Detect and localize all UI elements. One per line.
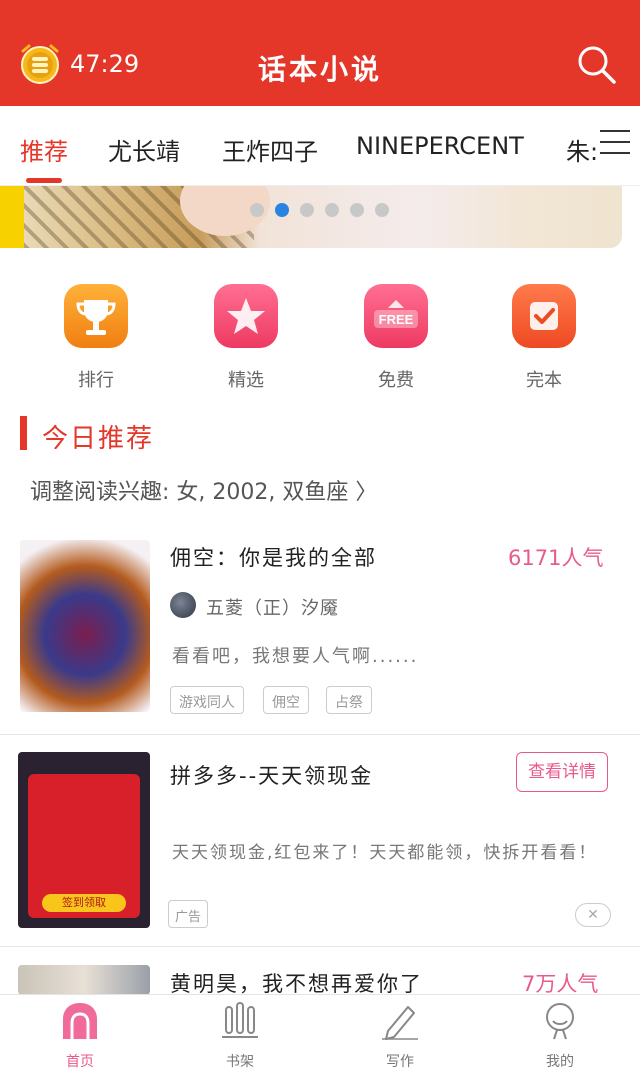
tab-menu-icon[interactable] xyxy=(600,130,632,158)
author-name[interactable]: 五菱（正）汐魇 xyxy=(206,594,339,620)
view-details-button[interactable]: 查看详情 xyxy=(516,752,608,792)
app-title: 话本小说 xyxy=(257,53,382,86)
carousel-dot[interactable] xyxy=(325,203,339,217)
category-tabs: 推荐 尤长靖 王炸四子 NINEPERCENT 朱: xyxy=(0,106,640,186)
adjust-interest-link[interactable]: 调整阅读兴趣: 女, 2002, 双鱼座 〉 xyxy=(30,474,377,506)
nav-label: 首页 xyxy=(66,1054,94,1070)
pen-icon xyxy=(382,1006,418,1040)
entry-free[interactable]: FREE 免费 xyxy=(336,284,456,392)
tab-zhu[interactable]: 朱: xyxy=(566,132,598,167)
carousel-dot[interactable] xyxy=(250,203,264,217)
book-description: 看看吧，我想要人气啊...... xyxy=(172,646,419,667)
entry-label: 精选 xyxy=(228,370,264,391)
book-tag[interactable]: 占祭 xyxy=(326,686,372,714)
book-cover[interactable] xyxy=(20,540,150,712)
nav-home[interactable]: 首页 xyxy=(20,1001,140,1071)
svg-text:FREE: FREE xyxy=(379,312,414,327)
bottom-navigation: 首页 书架 写作 我的 xyxy=(0,994,640,1072)
entry-ranking[interactable]: 排行 xyxy=(36,284,156,392)
section-marker xyxy=(20,416,27,450)
ad-cover[interactable]: 签到领取 xyxy=(18,752,150,928)
entry-featured[interactable]: 精选 xyxy=(186,284,306,392)
entry-label: 排行 xyxy=(78,370,114,391)
bookshelf-icon xyxy=(222,1002,258,1038)
tab-you-zhangjing[interactable]: 尤长靖 xyxy=(108,132,180,167)
carousel-dot[interactable] xyxy=(350,203,364,217)
nav-label: 写作 xyxy=(386,1054,414,1070)
entry-label: 完本 xyxy=(526,370,562,391)
entry-label: 免费 xyxy=(378,370,414,391)
ad-description: 天天领现金,红包来了！天天都能领，快拆开看看！ xyxy=(172,843,598,863)
book-tag[interactable]: 游戏同人 xyxy=(170,686,244,714)
nav-profile[interactable]: 我的 xyxy=(500,1001,620,1071)
ad-badge: 广告 xyxy=(168,900,209,928)
search-icon[interactable] xyxy=(574,42,618,86)
home-icon xyxy=(63,1003,97,1039)
trophy-icon xyxy=(64,284,128,348)
book-tag[interactable]: 佣空 xyxy=(263,686,309,714)
popularity-count: 6171人气 xyxy=(508,546,604,570)
carousel-dot[interactable] xyxy=(275,203,289,217)
nav-bookshelf[interactable]: 书架 xyxy=(180,1001,300,1071)
book-title[interactable]: 佣空：你是我的全部 xyxy=(170,542,377,572)
divider xyxy=(0,946,640,947)
nav-label: 书架 xyxy=(226,1054,254,1070)
close-ad-icon[interactable]: ✕ xyxy=(575,903,611,927)
tab-ninepercent[interactable]: NINEPERCENT xyxy=(356,132,524,160)
tab-recommend[interactable]: 推荐 xyxy=(20,132,68,167)
carousel-dot[interactable] xyxy=(300,203,314,217)
profile-icon xyxy=(546,1003,574,1040)
ad-cover-button: 签到领取 xyxy=(42,894,126,912)
ad-title[interactable]: 拼多多--天天领现金 xyxy=(170,760,373,790)
check-icon xyxy=(512,284,576,348)
star-icon xyxy=(214,284,278,348)
nav-write[interactable]: 写作 xyxy=(340,1001,460,1071)
active-tab-indicator xyxy=(26,178,62,183)
book-cover[interactable] xyxy=(18,965,150,995)
carousel-dot[interactable] xyxy=(375,203,389,217)
top-header: 47:29 话本小说 xyxy=(0,0,640,106)
tab-wangzha-sizi[interactable]: 王炸四子 xyxy=(222,132,318,167)
banner-carousel[interactable] xyxy=(0,186,622,248)
section-title: 今日推荐 xyxy=(42,424,155,454)
nav-label: 我的 xyxy=(546,1054,574,1070)
entry-completed[interactable]: 完本 xyxy=(484,284,604,392)
divider xyxy=(0,734,640,735)
free-icon: FREE xyxy=(364,284,428,348)
author-avatar[interactable] xyxy=(170,592,196,618)
